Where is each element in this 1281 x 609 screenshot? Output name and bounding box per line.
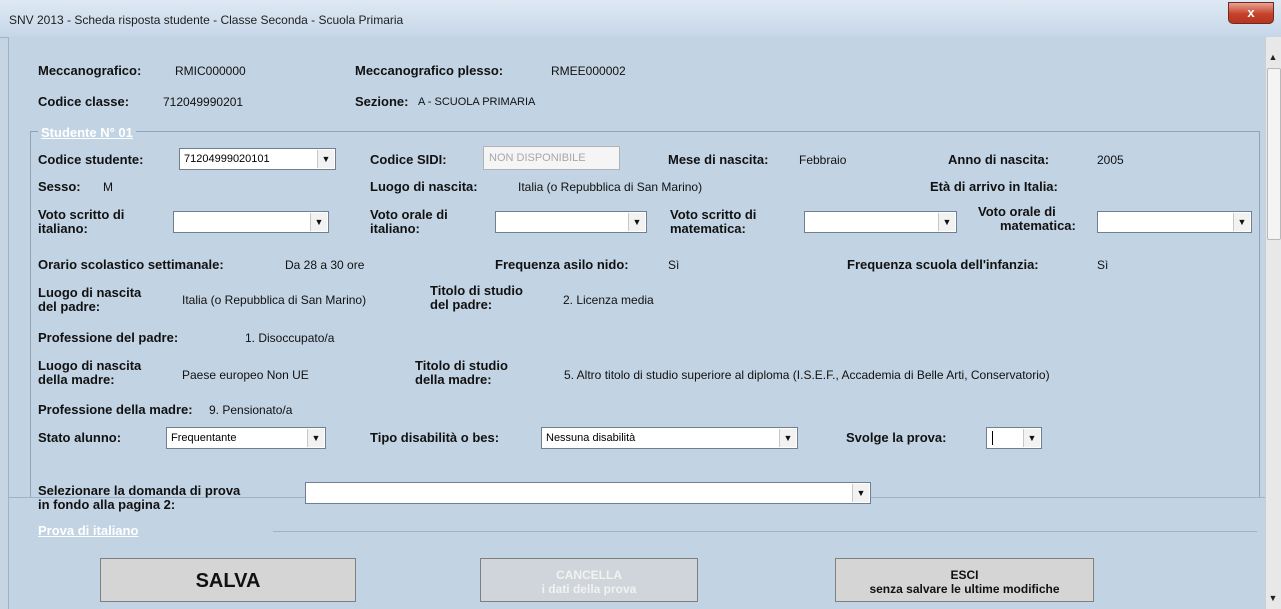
voto-scritto-italiano-select[interactable]: ▼ xyxy=(173,211,329,233)
svolge-prova-label: Svolge la prova: xyxy=(846,430,947,445)
titolo-madre-value: 5. Altro titolo di studio superiore al d… xyxy=(564,368,1050,382)
plesso-value: RMEE000002 xyxy=(551,64,626,78)
voto-orale-matematica-label-2: matematica: xyxy=(1000,218,1076,233)
cancel-test-data-button[interactable]: CANCELLA i dati della prova xyxy=(480,558,698,602)
student-legend[interactable]: Studente N° 01 xyxy=(38,125,136,140)
professione-madre-value: 9. Pensionato/a xyxy=(209,403,293,417)
professione-madre-label: Professione della madre: xyxy=(38,402,193,417)
text-cursor xyxy=(992,431,993,445)
anno-nascita-value: 2005 xyxy=(1097,153,1124,167)
chevron-down-icon[interactable]: ▼ xyxy=(938,213,955,231)
chevron-down-icon[interactable]: ▼ xyxy=(307,429,324,447)
codice-sidi-placeholder: NON DISPONIBILE xyxy=(489,152,586,164)
luogo-madre-label-1: Luogo di nascita xyxy=(38,358,142,373)
voto-scritto-italiano-label-2: italiano: xyxy=(38,221,88,236)
voto-scritto-matematica-label-2: matematica: xyxy=(670,221,746,236)
sesso-label: Sesso: xyxy=(38,179,81,194)
sesso-value: M xyxy=(103,180,113,194)
infanzia-label: Frequenza scuola dell'infanzia: xyxy=(847,257,1039,272)
chevron-down-icon[interactable]: ▼ xyxy=(310,213,327,231)
stato-alunno-select[interactable]: Frequentante ▼ xyxy=(166,427,326,449)
codice-classe-label: Codice classe: xyxy=(38,94,130,109)
scrollbar-thumb[interactable] xyxy=(1267,68,1281,240)
sezione-label: Sezione: xyxy=(355,94,409,109)
mese-nascita-value: Febbraio xyxy=(799,153,847,167)
luogo-padre-label-1: Luogo di nascita xyxy=(38,285,142,300)
codice-sidi-input: NON DISPONIBILE xyxy=(483,146,620,170)
voto-orale-italiano-select[interactable]: ▼ xyxy=(495,211,647,233)
svolge-prova-select[interactable]: ▼ xyxy=(986,427,1042,449)
codice-studente-select[interactable]: 71204999020101 ▼ xyxy=(179,148,336,170)
voto-orale-matematica-label-1: Voto orale di xyxy=(978,204,1056,219)
infanzia-value: Sì xyxy=(1097,258,1109,272)
section-title-italiano[interactable]: Prova di italiano xyxy=(38,523,138,538)
question-select[interactable]: ▼ xyxy=(305,482,871,504)
exit-button[interactable]: ESCI senza salvare le ultime modifiche xyxy=(835,558,1094,602)
voto-orale-italiano-label-2: italiano: xyxy=(370,221,420,236)
chevron-down-icon[interactable]: ▼ xyxy=(852,484,869,502)
luogo-padre-label-2: del padre: xyxy=(38,299,101,314)
voto-orale-matematica-select[interactable]: ▼ xyxy=(1097,211,1252,233)
mese-nascita-label: Mese di nascita: xyxy=(668,152,769,167)
section-divider xyxy=(273,531,1257,532)
title-bar: SNV 2013 - Scheda risposta studente - Cl… xyxy=(0,0,1281,38)
meccanografico-label: Meccanografico: xyxy=(38,63,142,78)
anno-nascita-label: Anno di nascita: xyxy=(948,152,1050,167)
scroll-down-icon[interactable]: ▼ xyxy=(1265,593,1281,607)
plesso-label: Meccanografico plesso: xyxy=(355,63,504,78)
eta-arrivo-label: Età di arrivo in Italia: xyxy=(930,179,1058,194)
orario-value: Da 28 a 30 ore xyxy=(285,258,365,272)
codice-studente-value: 71204999020101 xyxy=(184,153,270,165)
luogo-padre-value: Italia (o Repubblica di San Marino) xyxy=(182,293,367,307)
stato-alunno-value: Frequentante xyxy=(171,432,237,444)
save-button[interactable]: SALVA xyxy=(100,558,356,602)
app-window: SNV 2013 - Scheda risposta studente - Cl… xyxy=(0,0,1281,609)
close-icon: x xyxy=(1247,5,1255,20)
window-title: SNV 2013 - Scheda risposta studente - Cl… xyxy=(9,13,404,27)
meccanografico-value: RMIC000000 xyxy=(175,64,246,78)
voto-scritto-matematica-label-1: Voto scritto di xyxy=(670,207,757,222)
tipo-disabilita-select[interactable]: Nessuna disabilità ▼ xyxy=(541,427,798,449)
titolo-madre-label-2: della madre: xyxy=(415,372,492,387)
select-question-label-1: Selezionare la domanda di prova xyxy=(38,483,241,498)
stato-alunno-label: Stato alunno: xyxy=(38,430,122,445)
codice-classe-value: 712049990201 xyxy=(163,95,244,109)
chevron-down-icon[interactable]: ▼ xyxy=(779,429,796,447)
voto-scritto-matematica-select[interactable]: ▼ xyxy=(804,211,957,233)
asilo-label: Frequenza asilo nido: xyxy=(495,257,629,272)
codice-sidi-label: Codice SIDI: xyxy=(370,152,447,167)
chevron-down-icon[interactable]: ▼ xyxy=(628,213,645,231)
tipo-disabilita-label: Tipo disabilità o bes: xyxy=(370,430,500,445)
voto-orale-italiano-label-1: Voto orale di xyxy=(370,207,448,222)
luogo-nascita-label: Luogo di nascita: xyxy=(370,179,478,194)
titolo-madre-label-1: Titolo di studio xyxy=(415,358,508,373)
voto-scritto-italiano-label-1: Voto scritto di xyxy=(38,207,125,222)
chevron-down-icon[interactable]: ▼ xyxy=(1233,213,1250,231)
scroll-up-icon[interactable]: ▲ xyxy=(1265,52,1281,66)
luogo-madre-value: Paese europeo Non UE xyxy=(182,368,309,382)
luogo-nascita-value: Italia (o Repubblica di San Marino) xyxy=(518,180,703,194)
chevron-down-icon[interactable]: ▼ xyxy=(1023,429,1040,447)
orario-label: Orario scolastico settimanale: xyxy=(38,257,224,272)
professione-padre-label: Professione del padre: xyxy=(38,330,179,345)
select-question-label-2: in fondo alla pagina 2: xyxy=(38,497,176,512)
luogo-madre-label-2: della madre: xyxy=(38,372,115,387)
exit-label-1: ESCI xyxy=(950,568,979,582)
titolo-padre-label-1: Titolo di studio xyxy=(430,283,523,298)
cancel-label-2: i dati della prova xyxy=(541,582,637,596)
chevron-down-icon[interactable]: ▼ xyxy=(317,150,334,168)
exit-label-2: senza salvare le ultime modifiche xyxy=(869,582,1060,596)
sezione-value: A - SCUOLA PRIMARIA xyxy=(418,96,536,108)
cancel-label-1: CANCELLA xyxy=(556,568,622,582)
titolo-padre-label-2: del padre: xyxy=(430,297,493,312)
tipo-disabilita-value: Nessuna disabilità xyxy=(546,432,636,444)
asilo-value: Sì xyxy=(668,258,680,272)
professione-padre-value: 1. Disoccupato/a xyxy=(245,331,335,345)
titolo-padre-value: 2. Licenza media xyxy=(563,293,654,307)
codice-studente-label: Codice studente: xyxy=(38,152,144,167)
close-button[interactable]: x xyxy=(1228,2,1274,24)
